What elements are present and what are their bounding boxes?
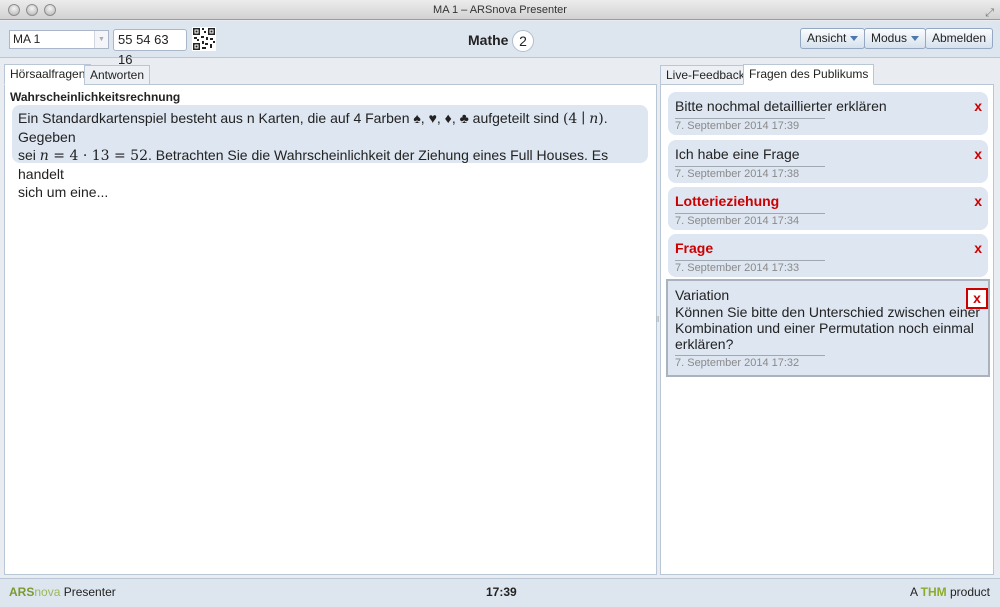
caret-down-icon: [850, 36, 859, 42]
question-text: sei: [18, 147, 40, 163]
math-expression: = 4 · 13 = 52: [48, 148, 148, 164]
thm-suffix: product: [946, 585, 990, 599]
delete-icon[interactable]: x: [974, 146, 982, 162]
window-title: MA 1 – ARSnova Presenter: [433, 4, 567, 16]
zoom-window-icon[interactable]: [44, 4, 56, 16]
question-date: 7. September 2014 17:38: [675, 166, 825, 180]
course-title: Mathe: [468, 32, 509, 48]
audience-question-item[interactable]: Ich habe eine Frage 7. September 2014 17…: [668, 140, 988, 183]
audience-question-item[interactable]: Lotterieziehung 7. September 2014 17:34 …: [668, 187, 988, 230]
thm-prefix: A: [909, 585, 921, 599]
math-expression: n: [589, 111, 599, 127]
clock: 17:39: [486, 585, 517, 599]
tab-live-feedback[interactable]: Live-Feedback: [660, 65, 751, 85]
logo-ars: ARS: [9, 585, 35, 599]
status-footer: ARSnova Presenter 17:39 A THM product: [0, 578, 1000, 607]
mode-menu-label: Modus: [871, 31, 908, 45]
audience-question-item[interactable]: Frage 7. September 2014 17:33 x: [668, 234, 988, 277]
session-keyword: 55 54 63 16: [113, 29, 187, 67]
online-count-badge: 2: [512, 30, 534, 52]
session-select[interactable]: MA 1 ▼: [9, 30, 109, 49]
tab-answers[interactable]: Antworten: [84, 65, 151, 85]
question-date: 7. September 2014 17:32: [675, 355, 825, 369]
question-subject: Variation: [675, 287, 730, 303]
question-subject: Frage: [675, 240, 714, 256]
audience-question-item[interactable]: Bitte nochmal detaillierter erklären 7. …: [668, 92, 988, 135]
delete-icon[interactable]: x: [974, 98, 982, 114]
thm-brand: THM: [920, 585, 947, 599]
question-date: 7. September 2014 17:39: [675, 118, 825, 132]
window-titlebar: MA 1 – ARSnova Presenter ⤢: [0, 0, 1000, 20]
delete-icon[interactable]: x: [966, 288, 988, 309]
arsnova-logo: ARSnova Presenter: [9, 585, 116, 599]
logout-button[interactable]: Abmelden: [925, 28, 994, 49]
minimize-window-icon[interactable]: [26, 4, 38, 16]
toolbar: MA 1 ▼ 55 54 63 16 Mathe 2 Ansicht Modus…: [0, 21, 1000, 67]
logo-nova: nova: [34, 585, 61, 599]
question-date: 7. September 2014 17:34: [675, 213, 825, 227]
delete-icon[interactable]: x: [974, 193, 982, 209]
chevron-down-icon[interactable]: ▼: [94, 31, 108, 48]
delete-icon[interactable]: x: [974, 240, 982, 256]
session-select-value: MA 1: [13, 32, 41, 46]
question-subject: Ich habe eine Frage: [675, 146, 800, 162]
tab-lecture-questions[interactable]: Hörsaalfragen: [4, 64, 92, 85]
logo-presenter: Presenter: [60, 585, 116, 599]
caret-down-icon: [911, 36, 920, 42]
question-heading: Wahrscheinlichkeitsrechnung: [10, 90, 181, 104]
question-subject: Bitte nochmal detaillierter erklären: [675, 98, 887, 114]
qr-code-icon[interactable]: [192, 27, 216, 51]
audience-question-item-selected[interactable]: Variation Können Sie bitte den Unterschi…: [666, 279, 990, 377]
question-text: sich um eine...: [18, 184, 109, 200]
thm-credit: A THM product: [910, 585, 990, 599]
question-subject: Lotterieziehung: [675, 193, 780, 209]
view-menu-button[interactable]: Ansicht: [800, 28, 866, 49]
tab-audience-questions[interactable]: Fragen des Publikums: [743, 64, 875, 85]
view-menu-label: Ansicht: [807, 31, 847, 45]
window-controls[interactable]: [8, 4, 56, 16]
question-text: Ein Standardkartenspiel besteht aus n Ka…: [18, 110, 563, 126]
mode-menu-button[interactable]: Modus: [864, 28, 927, 49]
question-card[interactable]: Ein Standardkartenspiel besteht aus n Ka…: [12, 105, 648, 200]
math-expression: n: [39, 148, 49, 164]
question-body: Können Sie bitte den Unterschied zwische…: [675, 304, 981, 352]
math-expression: ∣: [581, 111, 586, 127]
math-expression: (4: [562, 111, 578, 127]
question-date: 7. September 2014 17:33: [675, 260, 825, 274]
fullscreen-icon[interactable]: ⤢: [985, 3, 994, 23]
close-window-icon[interactable]: [8, 4, 20, 16]
